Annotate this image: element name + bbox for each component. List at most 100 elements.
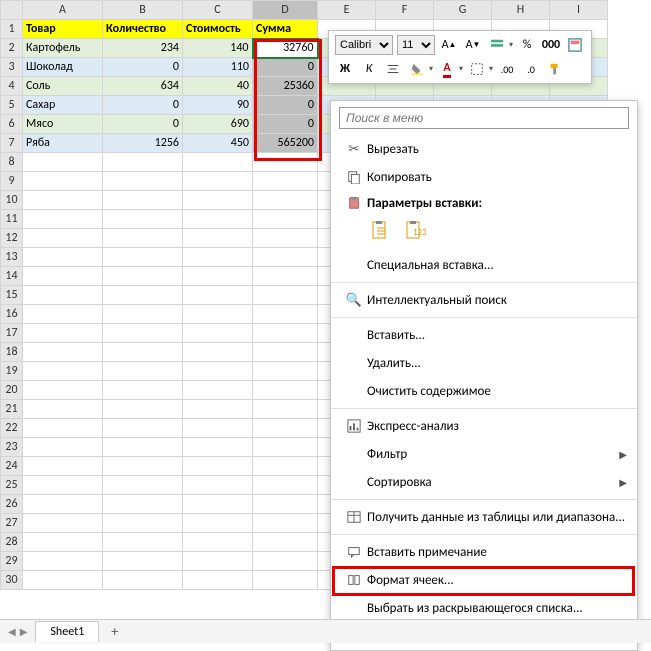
cell[interactable] (183, 343, 253, 362)
cell[interactable] (183, 267, 253, 286)
cell[interactable] (103, 419, 183, 438)
cell[interactable] (103, 495, 183, 514)
cell[interactable] (103, 210, 183, 229)
cell[interactable]: 25360 (253, 77, 318, 96)
bold-button[interactable]: Ж (335, 59, 355, 79)
cell[interactable] (103, 457, 183, 476)
comma-format-icon[interactable]: 000 (541, 35, 561, 55)
menu-insert[interactable]: Вставить... (331, 321, 637, 349)
cell[interactable] (183, 153, 253, 172)
cell[interactable] (103, 248, 183, 267)
borders-icon[interactable] (467, 59, 487, 79)
cell[interactable]: Шоколад (23, 58, 103, 77)
cell[interactable]: 40 (183, 77, 253, 96)
cell[interactable] (23, 286, 103, 305)
cell[interactable] (253, 381, 318, 400)
cell[interactable] (23, 172, 103, 191)
cell[interactable] (183, 191, 253, 210)
menu-copy[interactable]: Копировать (331, 163, 637, 191)
format-painter-icon[interactable] (545, 59, 565, 79)
menu-clear-contents[interactable]: Очистить содержимое (331, 377, 637, 405)
cell[interactable]: 0 (103, 96, 183, 115)
cell[interactable] (183, 229, 253, 248)
cell[interactable] (183, 362, 253, 381)
sheet-tab-sheet1[interactable]: Sheet1 (35, 621, 99, 642)
cell[interactable] (183, 381, 253, 400)
decrease-decimal-icon[interactable]: .0 (521, 59, 541, 79)
cell[interactable] (183, 457, 253, 476)
cell[interactable]: 0 (253, 58, 318, 77)
align-center-icon[interactable] (383, 59, 403, 79)
cell[interactable] (103, 153, 183, 172)
cell[interactable] (103, 571, 183, 590)
cell[interactable] (183, 495, 253, 514)
cell[interactable] (253, 400, 318, 419)
cell[interactable] (183, 324, 253, 343)
row-header[interactable]: 1 (1, 20, 23, 39)
cell[interactable] (183, 248, 253, 267)
cell[interactable] (23, 571, 103, 590)
col-header-A[interactable]: A (23, 1, 103, 20)
cell[interactable] (253, 457, 318, 476)
cell[interactable] (103, 476, 183, 495)
cell[interactable] (23, 229, 103, 248)
menu-format-cells[interactable]: Формат ячеек... (331, 566, 637, 594)
cell[interactable] (253, 172, 318, 191)
cell[interactable]: 110 (183, 58, 253, 77)
cell[interactable] (253, 419, 318, 438)
menu-pick-from-dropdown[interactable]: Выбрать из раскрывающегося списка... (331, 594, 637, 622)
row-header[interactable]: 7 (1, 134, 23, 153)
row-header[interactable]: 12 (1, 229, 23, 248)
cell[interactable]: 0 (253, 115, 318, 134)
cell[interactable] (23, 191, 103, 210)
cell[interactable] (253, 305, 318, 324)
active-cell[interactable]: 32760 (253, 39, 318, 58)
cell[interactable] (103, 514, 183, 533)
cell[interactable] (183, 571, 253, 590)
menu-filter[interactable]: Фильтр ▶ (331, 440, 637, 468)
col-header-E[interactable]: E (318, 1, 376, 20)
cell[interactable] (23, 153, 103, 172)
decrease-font-icon[interactable]: A▼ (463, 35, 483, 55)
accounting-format-icon[interactable] (487, 35, 507, 55)
fill-color-icon[interactable] (407, 59, 427, 79)
cell[interactable] (23, 533, 103, 552)
cell[interactable] (23, 305, 103, 324)
row-header[interactable]: 27 (1, 514, 23, 533)
cell[interactable] (103, 381, 183, 400)
cell[interactable] (103, 305, 183, 324)
row-header[interactable]: 17 (1, 324, 23, 343)
cell[interactable]: Количество (103, 20, 183, 39)
cell[interactable] (103, 343, 183, 362)
cell[interactable] (253, 324, 318, 343)
cell[interactable] (253, 495, 318, 514)
cell[interactable]: 0 (103, 58, 183, 77)
menu-delete[interactable]: Удалить... (331, 349, 637, 377)
row-header[interactable]: 20 (1, 381, 23, 400)
cell[interactable] (183, 552, 253, 571)
menu-search-input[interactable] (339, 107, 629, 129)
cell[interactable]: 565200 (253, 134, 318, 153)
cell[interactable] (23, 552, 103, 571)
cell[interactable] (23, 362, 103, 381)
row-header[interactable]: 15 (1, 286, 23, 305)
cell[interactable] (183, 514, 253, 533)
cell[interactable]: 0 (253, 96, 318, 115)
cell[interactable] (183, 172, 253, 191)
cell[interactable] (253, 210, 318, 229)
cell[interactable] (183, 210, 253, 229)
cell[interactable]: Товар (23, 20, 103, 39)
italic-button[interactable]: К (359, 59, 379, 79)
cell[interactable] (23, 343, 103, 362)
row-header[interactable]: 6 (1, 115, 23, 134)
cell[interactable] (23, 476, 103, 495)
cell[interactable] (103, 362, 183, 381)
row-header[interactable]: 5 (1, 96, 23, 115)
paste-option-values-icon[interactable]: 123 (401, 217, 429, 245)
row-header[interactable]: 21 (1, 400, 23, 419)
cell[interactable] (23, 400, 103, 419)
cell[interactable]: 634 (103, 77, 183, 96)
cell[interactable]: 90 (183, 96, 253, 115)
row-header[interactable]: 24 (1, 457, 23, 476)
paste-option-default-icon[interactable] (367, 217, 395, 245)
